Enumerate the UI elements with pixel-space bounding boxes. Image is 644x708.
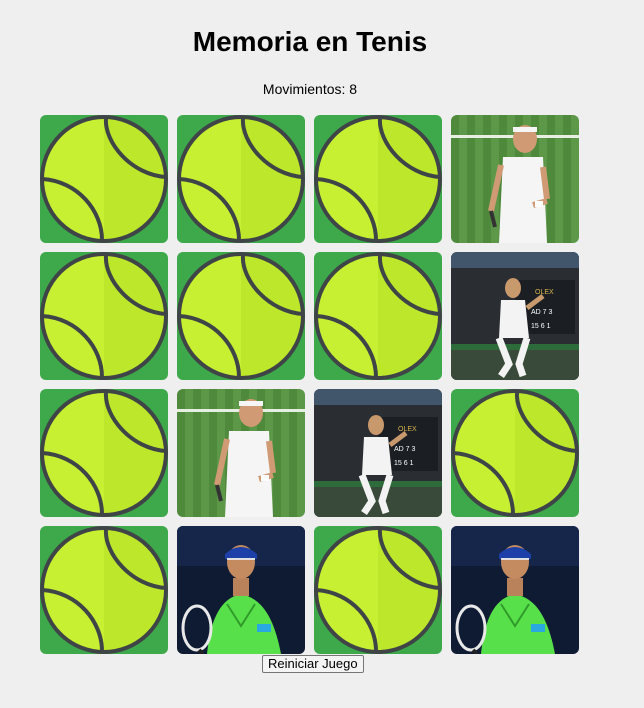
card-hidden[interactable] [451, 389, 579, 517]
card-hidden[interactable] [40, 389, 168, 517]
card-revealed-alcaraz[interactable]: OLEX AD 7 3 15 6 1 [314, 389, 442, 517]
svg-text:OLEX: OLEX [398, 426, 417, 433]
card-revealed-federer[interactable] [451, 115, 579, 243]
card-hidden[interactable] [314, 526, 442, 654]
card-revealed-nadal[interactable] [451, 526, 579, 654]
tennis-ball-icon [177, 252, 305, 380]
tennis-ball-icon [40, 389, 168, 517]
tennis-ball-icon [314, 252, 442, 380]
card-hidden[interactable] [314, 252, 442, 380]
federer-photo [177, 389, 305, 517]
svg-text:OLEX: OLEX [535, 289, 554, 296]
card-hidden[interactable] [177, 252, 305, 380]
card-revealed-federer[interactable] [177, 389, 305, 517]
tennis-ball-icon [40, 115, 168, 243]
alcaraz-photo: OLEX AD 7 3 15 6 1 [451, 252, 579, 380]
card-revealed-alcaraz[interactable]: OLEX AD 7 3 15 6 1 [451, 252, 579, 380]
card-hidden[interactable] [40, 252, 168, 380]
nadal-photo [451, 526, 579, 654]
svg-text:AD 7 3: AD 7 3 [394, 446, 416, 453]
card-hidden[interactable] [177, 115, 305, 243]
card-hidden[interactable] [40, 115, 168, 243]
game-title: Memoria en Tenis [192, 26, 428, 57]
reset-game-button[interactable]: Reiniciar Juego [262, 655, 364, 673]
svg-text:15 6 1: 15 6 1 [394, 460, 414, 467]
federer-photo [451, 115, 579, 243]
tennis-ball-icon [177, 115, 305, 243]
tennis-ball-icon [314, 526, 442, 654]
svg-text:AD 7 3: AD 7 3 [531, 309, 553, 316]
card-hidden[interactable] [314, 115, 442, 243]
tennis-ball-icon [40, 252, 168, 380]
card-revealed-nadal[interactable] [177, 526, 305, 654]
moves-counter: Movimientos: 8 [262, 81, 358, 97]
svg-text:15 6 1: 15 6 1 [531, 323, 551, 330]
card-hidden[interactable] [40, 526, 168, 654]
nadal-photo [177, 526, 305, 654]
tennis-ball-icon [40, 526, 168, 654]
tennis-ball-icon [314, 115, 442, 243]
alcaraz-photo: OLEX AD 7 3 15 6 1 [314, 389, 442, 517]
tennis-ball-icon [451, 389, 579, 517]
